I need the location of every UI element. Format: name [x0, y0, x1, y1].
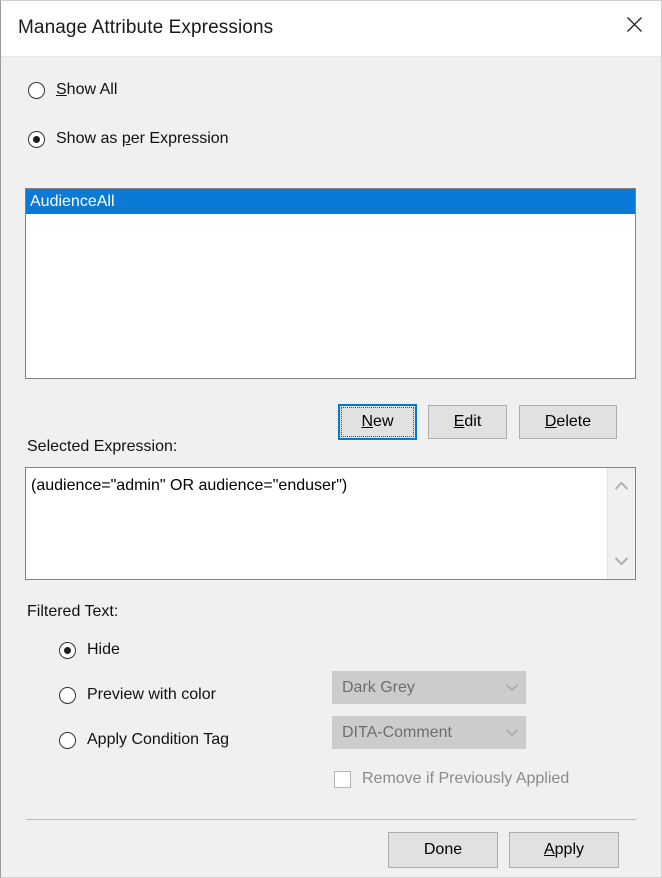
chevron-down-icon[interactable] [608, 549, 635, 573]
page-title: Manage Attribute Expressions [18, 17, 273, 39]
delete-button-label: Delete [545, 413, 591, 431]
radio-preview-with-color[interactable]: Preview with color [59, 686, 216, 704]
radio-show-as-per-expression-indicator [28, 131, 45, 148]
expression-scrollbar[interactable] [607, 468, 635, 579]
radio-show-all-label: Show All [56, 81, 117, 99]
condition-tag-select-value: DITA-Comment [342, 724, 499, 742]
chevron-down-icon [499, 683, 525, 692]
chevron-down-icon [499, 728, 525, 737]
list-item[interactable]: AudienceAll [26, 189, 635, 214]
radio-show-all-indicator [28, 82, 45, 99]
radio-hide-label: Hide [87, 641, 120, 659]
radio-show-as-per-expression-label: Show as per Expression [56, 130, 229, 148]
close-icon [626, 16, 643, 33]
footer-separator [26, 819, 636, 820]
manage-attribute-expressions-dialog: Manage Attribute Expressions Show All Sh… [0, 0, 662, 878]
radio-apply-condition-tag-label: Apply Condition Tag [87, 731, 229, 749]
expression-listbox[interactable]: AudienceAll [25, 188, 636, 379]
filtered-text-label: Filtered Text: [27, 603, 118, 621]
radio-hide-indicator [59, 642, 76, 659]
color-select: Dark Grey [332, 671, 526, 704]
apply-button-label: Apply [544, 841, 584, 859]
radio-show-all[interactable]: Show All [28, 81, 117, 99]
selected-expression-value: (audience="admin" OR audience="enduser") [31, 477, 603, 495]
radio-apply-condition-tag-indicator [59, 732, 76, 749]
selected-expression-label: Selected Expression: [27, 438, 177, 456]
color-select-value: Dark Grey [342, 679, 499, 697]
title-bar: Manage Attribute Expressions [1, 1, 661, 57]
edit-button-label: Edit [454, 413, 482, 431]
new-button-label: New [361, 413, 393, 431]
chevron-up-icon[interactable] [608, 474, 635, 498]
edit-button[interactable]: Edit [428, 405, 507, 439]
new-button[interactable]: New [338, 404, 417, 440]
done-button-label: Done [424, 841, 462, 859]
remove-if-previously-applied-checkbox: Remove if Previously Applied [334, 770, 569, 788]
condition-tag-select: DITA-Comment [332, 716, 526, 749]
radio-hide[interactable]: Hide [59, 641, 120, 659]
radio-apply-condition-tag[interactable]: Apply Condition Tag [59, 731, 229, 749]
radio-show-as-per-expression[interactable]: Show as per Expression [28, 130, 229, 148]
close-button[interactable] [611, 1, 657, 47]
radio-preview-with-color-label: Preview with color [87, 686, 216, 704]
remove-if-previously-applied-label: Remove if Previously Applied [362, 770, 569, 788]
done-button[interactable]: Done [388, 832, 498, 868]
delete-button[interactable]: Delete [519, 405, 617, 439]
remove-if-previously-applied-indicator [334, 771, 351, 788]
selected-expression-field[interactable]: (audience="admin" OR audience="enduser") [25, 467, 636, 580]
apply-button[interactable]: Apply [509, 832, 619, 868]
radio-preview-with-color-indicator [59, 687, 76, 704]
